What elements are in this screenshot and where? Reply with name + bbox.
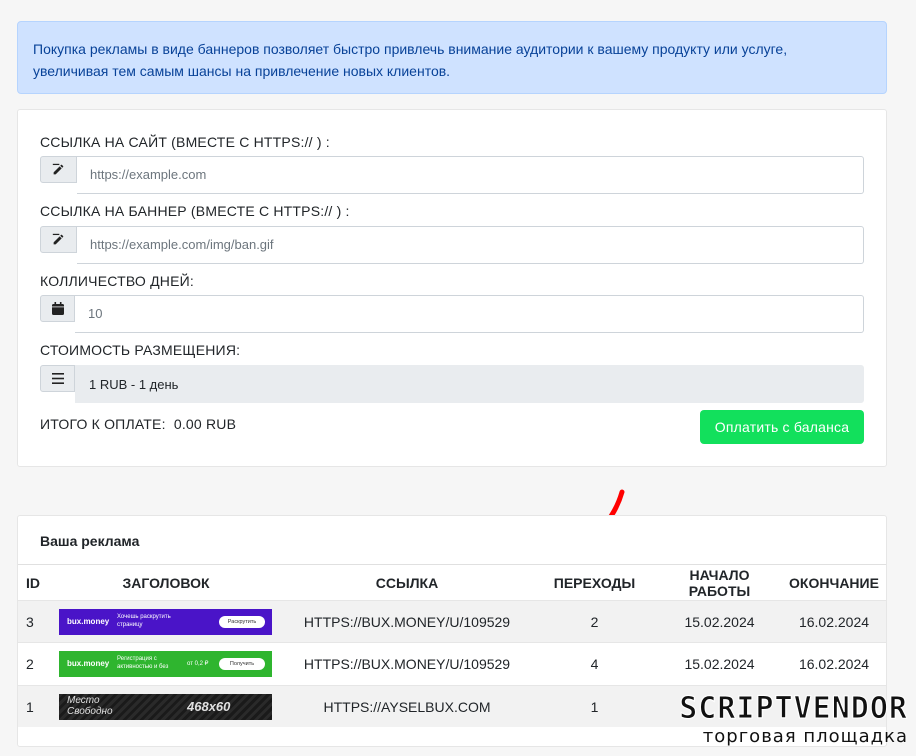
total-line: ИТОГО К ОПЛАТЕ: 0.00 RUB [40,416,236,432]
info-alert: Покупка рекламы в виде баннеров позволяе… [17,21,887,94]
ads-table-title: Ваша реклама [40,533,140,549]
days-input[interactable] [75,295,864,333]
price-field: 1 RUB - 1 день [75,365,864,403]
banner-link-input[interactable] [77,226,864,264]
cell-start: 15.02.2024 [684,613,755,630]
cell-clicks: 2 [590,613,599,630]
banner-brand: bux.money [67,659,110,668]
total-value: 0.00 RUB [173,416,237,432]
table-row: 2 bux.money Регистрация с активностью и … [18,642,886,685]
list-icon [40,365,75,392]
banner-button: Получить [219,658,265,670]
site-link-input[interactable] [77,156,864,194]
table-row: 3 bux.money Хочешь раскрутить страницу Р… [18,600,886,642]
banner-line-2: Свободно [67,705,113,717]
edit-icon [40,156,77,183]
col-end: ОКОНЧАНИЕ [789,574,879,591]
cell-id: 1 [26,698,34,715]
banner-line-1: Место [67,694,100,706]
days-label: КОЛЛИЧЕСТВО ДНЕЙ: [40,273,194,289]
col-start: НАЧАЛО РАБОТЫ [688,566,751,599]
site-link-group [40,156,864,194]
banner-link-group [40,226,864,264]
cell-end: 16.02.2024 [798,656,870,672]
alert-line-1: Покупка рекламы в виде баннеров позволяе… [33,41,788,57]
cell-link[interactable]: HTTPS://BUX.MONEY/U/109529 [282,656,532,672]
banner-button: Раскрутить [219,615,265,628]
banner-image[interactable]: Место Свободно 468x60 [59,693,272,720]
cell-link[interactable]: HTTPS://AYSELBUX.COM [282,699,532,715]
col-link: ССЫЛКА [375,574,439,591]
watermark: SCRIPTVENDOR торговая площадка [679,691,908,747]
price-label: СТОИМОСТЬ РАЗМЕЩЕНИЯ: [40,342,241,358]
cell-end: 16.02.2024 [798,613,870,630]
banner-brand: bux.money [67,616,110,626]
site-link-label: ССЫЛКА НА САЙТ (ВМЕСТЕ С HTTPS:// ) : [40,134,330,150]
cell-clicks: 1 [590,698,599,715]
banner-link-label: ССЫЛКА НА БАННЕР (ВМЕСТЕ С HTTPS:// ) : [40,203,350,219]
watermark-title: SCRIPTVENDOR [679,691,908,726]
cell-clicks: 4 [590,656,599,672]
col-title: ЗАГОЛОВОК [122,574,210,591]
edit-icon [40,226,77,253]
cell-id: 2 [26,656,34,672]
col-id: ID [26,574,40,591]
cell-banner: bux.money Хочешь раскрутить страницу Рас… [50,608,282,635]
cell-id: 3 [26,613,34,630]
col-clicks: ПЕРЕХОДЫ [553,574,636,591]
cell-start: 15.02.2024 [684,656,755,672]
banner-image[interactable]: bux.money Регистрация с активностью и бе… [59,651,272,677]
cell-banner: bux.money Регистрация с активностью и бе… [50,651,282,677]
banner-text: Хочешь раскрутить страницу [117,613,171,628]
cell-link[interactable]: HTTPS://BUX.MONEY/U/109529 [282,614,532,630]
calendar-icon [40,295,75,322]
cell-banner: Место Свободно 468x60 [50,693,282,720]
banner-sum: от 0,2 ₽ [187,661,209,667]
pay-from-balance-button[interactable]: Оплатить с баланса [700,410,864,444]
order-form-card: ССЫЛКА НА САЙТ (ВМЕСТЕ С HTTPS:// ) : СС… [17,109,887,467]
alert-line-2: увеличивая тем самым шансы на привлечени… [33,63,451,79]
banner-free-text: Место Свободно [67,695,113,717]
banner-size: 468x60 [187,698,231,714]
banner-text: Регистрация с активностью и без [117,656,169,670]
total-label: ИТОГО К ОПЛАТЕ: [40,416,166,432]
banner-image[interactable]: bux.money Хочешь раскрутить страницу Рас… [59,608,272,635]
watermark-subtitle: торговая площадка [702,726,908,747]
price-group: 1 RUB - 1 день [40,365,864,403]
days-group [40,295,864,333]
table-header: ID ЗАГОЛОВОК ССЫЛКА ПЕРЕХОДЫ НАЧАЛО РАБО… [18,564,886,600]
